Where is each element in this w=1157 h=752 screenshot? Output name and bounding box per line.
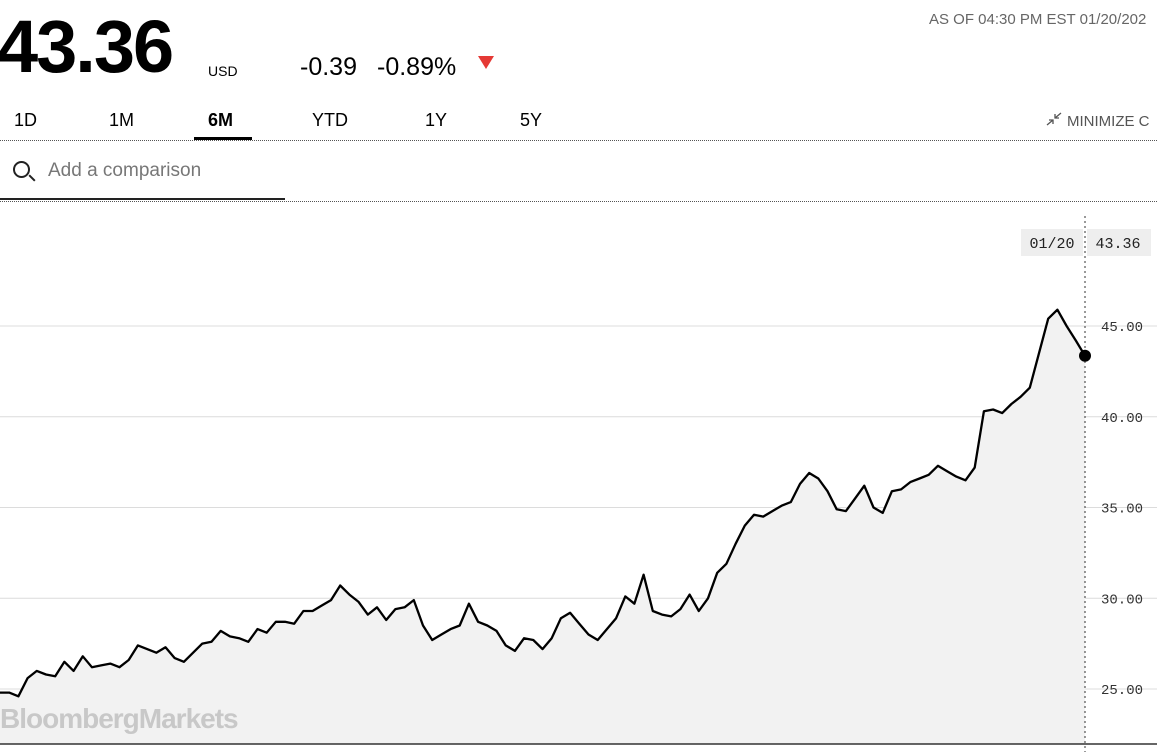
bloomberg-watermark: BloombergMarkets <box>0 703 239 734</box>
y-tick-label: 40.00 <box>1101 411 1143 427</box>
y-tick-label: 45.00 <box>1101 320 1143 336</box>
y-tick-label: 30.00 <box>1101 592 1143 608</box>
tooltip-date: 01/20 <box>1029 236 1074 253</box>
y-tick-label: 25.00 <box>1101 683 1143 699</box>
last-price-marker <box>1079 349 1091 362</box>
tooltip-value: 43.36 <box>1095 236 1140 253</box>
y-axis-ticks: 25.00 30.00 35.00 40.00 45.00 <box>1101 320 1143 699</box>
price-chart: 25.00 30.00 35.00 40.00 45.00 01/20 43.36 <box>0 216 1157 752</box>
y-tick-label: 35.00 <box>1101 502 1143 518</box>
price-area-fill <box>0 309 1085 744</box>
